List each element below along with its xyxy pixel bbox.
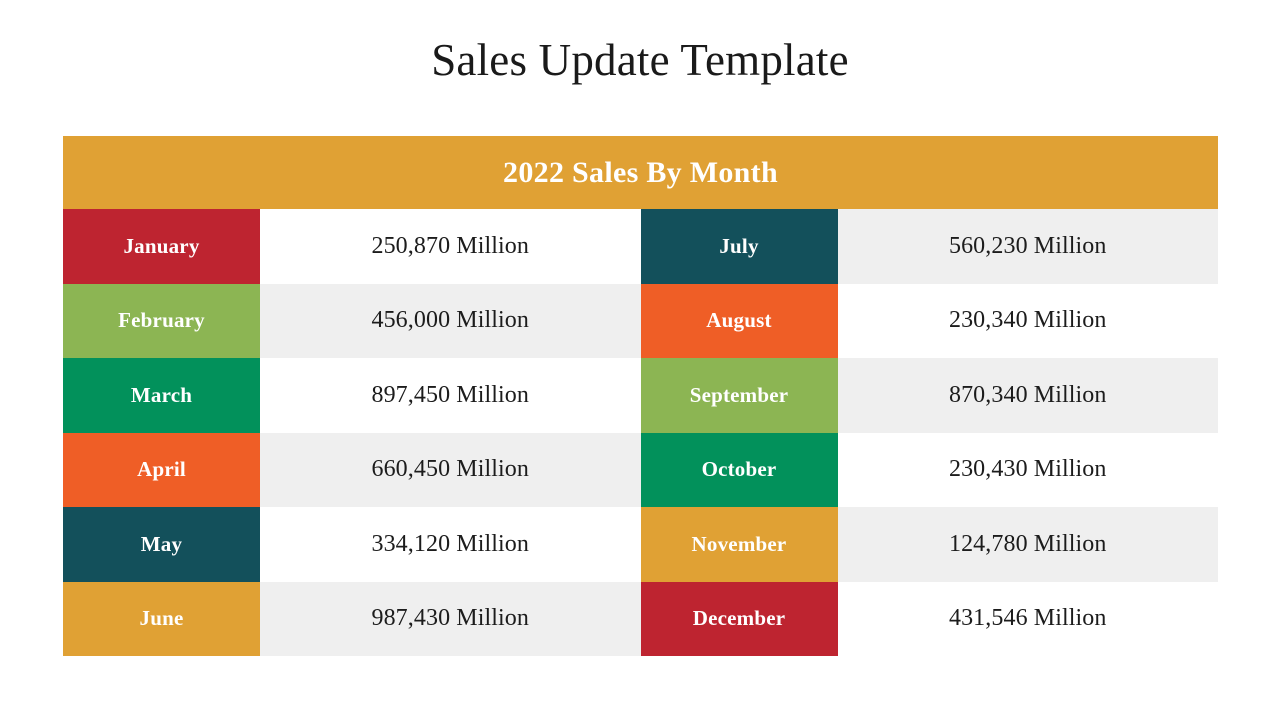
sales-value-cell: 230,340 Million [837, 283, 1218, 358]
month-label-cell: May [63, 507, 260, 582]
month-label-cell: August [640, 283, 838, 358]
table-row: May 334,120 Million November 124,780 Millio… [63, 507, 1218, 582]
sales-value-cell: 250,870 Million [260, 209, 641, 284]
month-label-cell: September [640, 358, 838, 433]
month-label-cell: March [63, 358, 260, 433]
table-header-band: 2022 Sales By Month [63, 136, 1218, 209]
table-body: January 250,870 Million July 560,230 Millio… [63, 209, 1218, 656]
sales-value-cell: 870,340 Million [837, 358, 1218, 433]
sales-value-cell: 124,780 Million [837, 507, 1218, 582]
month-label-cell: July [640, 209, 838, 284]
sales-value-cell: 897,450 Million [260, 358, 641, 433]
sales-value-cell: 987,430 Million [260, 581, 641, 656]
table-row: January 250,870 Million July 560,230 Millio… [63, 209, 1218, 284]
table-header-title: 2022 Sales By Month [503, 155, 778, 189]
month-label-cell: April [63, 432, 260, 507]
table-row: June 987,430 Million December 431,546 Milli… [63, 581, 1218, 656]
month-label-cell: June [63, 581, 260, 656]
table-row: February 456,000 Million August 230,340 Mil… [63, 283, 1218, 358]
sales-value-cell: 660,450 Million [260, 432, 641, 507]
table-row: April 660,450 Million October 230,430 Milli… [63, 432, 1218, 507]
month-label-cell: November [640, 507, 838, 582]
month-label-cell: December [640, 581, 838, 656]
sales-value-cell: 560,230 Million [837, 209, 1218, 284]
sales-table: 2022 Sales By Month January 250,870 Milli… [63, 136, 1218, 656]
sales-value-cell: 230,430 Million [837, 432, 1218, 507]
month-label-cell: October [640, 432, 838, 507]
slide-canvas: Sales Update Template 2022 Sales By Mont… [0, 0, 1280, 720]
table-row: March 897,450 Million September 870,340 Mil… [63, 358, 1218, 433]
month-label-cell: February [63, 283, 260, 358]
page-title: Sales Update Template [431, 35, 849, 85]
month-label-cell: January [63, 209, 260, 284]
sales-value-cell: 431,546 Million [837, 581, 1218, 656]
sales-value-cell: 456,000 Million [260, 283, 641, 358]
sales-value-cell: 334,120 Million [260, 507, 641, 582]
